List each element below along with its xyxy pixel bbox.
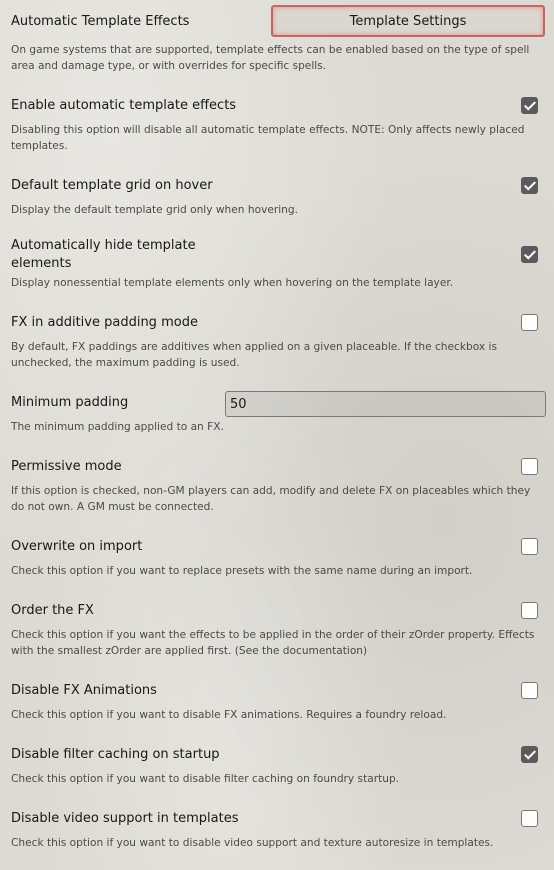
setting-notes-order-the-fx: Check this option if you want the effect… xyxy=(11,629,535,657)
section-notes: On game systems that are supported, temp… xyxy=(11,44,530,72)
setting-label-disable-fx-animations: Disable FX Animations xyxy=(11,683,157,698)
setting-notes-automatically-hide-template-elements: Display nonessential template elements o… xyxy=(11,277,454,289)
checkbox-order-the-fx[interactable] xyxy=(521,602,538,619)
template-settings-button[interactable]: Template Settings xyxy=(271,5,545,37)
setting-label-automatically-hide-template-elements: Automatically hide template elements xyxy=(11,238,196,271)
setting-label-permissive-mode: Permissive mode xyxy=(11,459,122,474)
setting-label-enable-automatic-template-effects: Enable automatic template effects xyxy=(11,98,237,113)
setting-notes-permissive-mode: If this option is checked, non-GM player… xyxy=(11,485,531,513)
setting-label-default-template-grid-on-hover: Default template grid on hover xyxy=(11,178,213,193)
checkbox-default-template-grid-on-hover[interactable] xyxy=(521,177,538,194)
setting-notes-minimum-padding: The minimum padding applied to an FX. xyxy=(11,421,224,433)
checkbox-automatically-hide-template-elements[interactable] xyxy=(521,246,538,263)
checkbox-disable-video-support[interactable] xyxy=(521,810,538,827)
setting-notes-enable-automatic-template-effects: Disabling this option will disable all a… xyxy=(11,124,525,152)
section-title: Automatic Template Effects xyxy=(11,14,190,29)
setting-label-order-the-fx: Order the FX xyxy=(11,603,94,618)
setting-notes-default-template-grid-on-hover: Display the default template grid only w… xyxy=(11,204,298,216)
checkbox-disable-filter-caching[interactable] xyxy=(521,746,538,763)
setting-notes-disable-video-support: Check this option if you want to disable… xyxy=(11,837,494,849)
setting-label-overwrite-on-import: Overwrite on import xyxy=(11,539,143,554)
setting-label-minimum-padding: Minimum padding xyxy=(11,395,129,410)
checkbox-enable-automatic-template-effects[interactable] xyxy=(521,97,538,114)
minimum-padding-input[interactable]: 50 xyxy=(225,391,546,417)
setting-notes-overwrite-on-import: Check this option if you want to replace… xyxy=(11,565,473,577)
checkbox-permissive-mode[interactable] xyxy=(521,458,538,475)
setting-notes-fx-additive-padding-mode: By default, FX paddings are additives wh… xyxy=(11,341,497,369)
setting-notes-disable-filter-caching: Check this option if you want to disable… xyxy=(11,773,400,785)
setting-label-disable-filter-caching: Disable filter caching on startup xyxy=(11,747,220,762)
setting-label-fx-additive-padding-mode: FX in additive padding mode xyxy=(11,315,198,330)
setting-label-disable-video-support: Disable video support in templates xyxy=(11,811,239,826)
checkbox-disable-fx-animations[interactable] xyxy=(521,682,538,699)
setting-notes-disable-fx-animations: Check this option if you want to disable… xyxy=(11,709,447,721)
checkbox-fx-additive-padding-mode[interactable] xyxy=(521,314,538,331)
checkbox-overwrite-on-import[interactable] xyxy=(521,538,538,555)
